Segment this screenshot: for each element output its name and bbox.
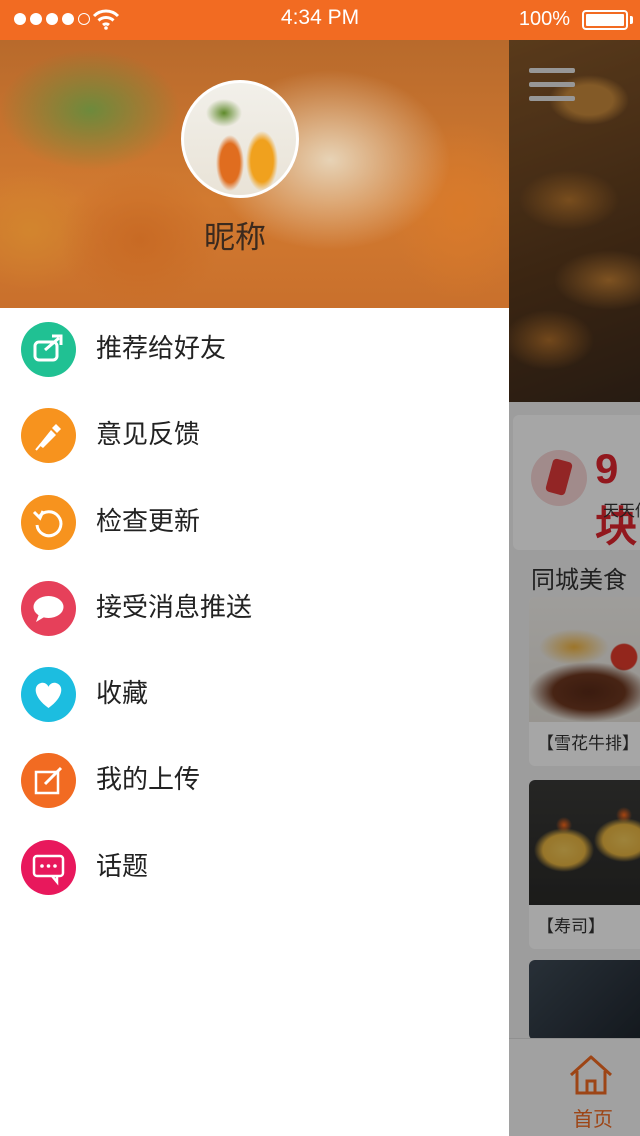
battery-tip xyxy=(630,16,633,24)
drawer-header: 昵称 xyxy=(0,40,509,308)
chat-bubble-icon xyxy=(21,580,76,636)
battery-icon xyxy=(582,10,628,30)
heart-icon xyxy=(21,667,76,723)
message-icon xyxy=(21,839,76,895)
menu-item-label: 收藏 xyxy=(96,679,149,710)
menu-item-topics[interactable]: 话题 xyxy=(0,826,509,912)
menu-item-label: 我的上传 xyxy=(96,765,201,796)
status-bar: 4:34 PM 100% xyxy=(0,0,640,40)
menu-item-label: 推荐给好友 xyxy=(96,334,227,364)
menu-item-label: 接受消息推送 xyxy=(96,592,253,623)
edit-icon xyxy=(21,753,76,809)
main-page: 9块 天天低 同城美食 【雪花牛排】 【寿司】 首页 xyxy=(509,40,640,1136)
menu-item-favorites[interactable]: 收藏 xyxy=(0,653,509,739)
refresh-icon xyxy=(21,494,76,550)
menu-item-my-uploads[interactable]: 我的上传 xyxy=(0,739,509,825)
drawer-menu: 推荐给好友 意见反馈 检查更新 接受消息推送 收藏 我的上传 话题 xyxy=(0,308,509,912)
avatar[interactable] xyxy=(181,80,299,198)
menu-item-label: 话题 xyxy=(96,851,149,882)
dim-overlay[interactable] xyxy=(509,40,640,1136)
menu-item-label: 检查更新 xyxy=(96,506,201,537)
pen-icon xyxy=(21,408,76,464)
battery-percentage: 100% xyxy=(518,8,570,30)
menu-item-feedback[interactable]: 意见反馈 xyxy=(0,394,509,480)
share-icon xyxy=(21,322,76,377)
nickname[interactable]: 昵称 xyxy=(0,212,470,257)
menu-item-label: 意见反馈 xyxy=(96,420,201,451)
menu-item-recommend[interactable]: 推荐给好友 xyxy=(0,308,509,394)
menu-item-check-update[interactable]: 检查更新 xyxy=(0,481,509,567)
side-drawer: 昵称 推荐给好友 意见反馈 检查更新 接受消息推送 收藏 我的上传 话题 xyxy=(0,40,509,1136)
menu-item-push-notifications[interactable]: 接受消息推送 xyxy=(0,567,509,653)
